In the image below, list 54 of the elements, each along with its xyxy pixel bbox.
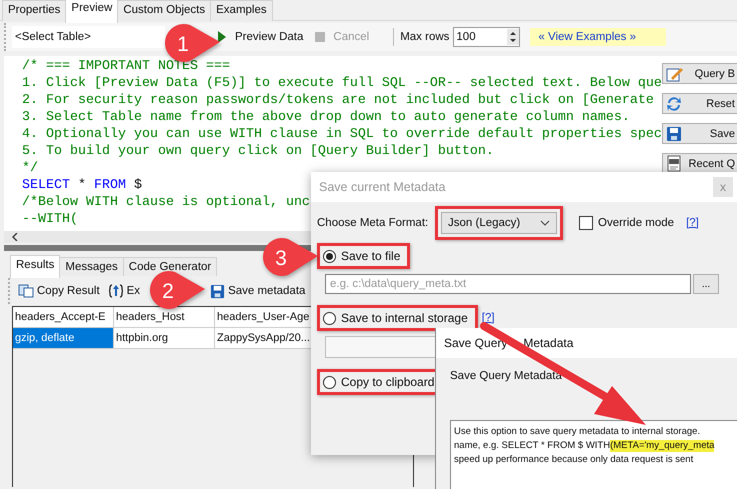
braces-arrow-icon [108,283,124,299]
side-button[interactable]: Recent Q [662,153,737,174]
dialog-label: Save Query Metadata [450,370,562,382]
radio-option[interactable]: Copy to clipboard [323,375,438,389]
view-examples-link[interactable]: « View Examples » [530,28,666,46]
preview-data-button[interactable]: Preview Data [213,31,312,43]
help-link[interactable]: [?] [686,217,699,229]
tab[interactable]: Code Generator [122,257,218,276]
stop-icon [315,32,326,42]
help-text: Use this option to save query metadata to internal storage. [454,425,700,439]
side-button[interactable]: Reset [662,93,737,114]
tab[interactable]: Results [10,255,60,278]
code-line: */ [22,160,38,177]
format-dropdown[interactable]: Json (Legacy) [441,212,557,234]
table-cell: gzip, deflate [13,328,114,348]
file-path-field[interactable]: e.g. c:\data\query_meta.txt [325,274,691,294]
browse-button[interactable]: ... [693,274,719,294]
override-checkbox[interactable]: Override mode [579,216,674,230]
side-button[interactable]: Save [662,123,737,144]
play-icon [217,31,227,43]
toolbar-button[interactable]: Save metadata [208,284,308,298]
notepad-pencil-icon [666,66,684,82]
scroll-left-icon [12,233,18,241]
code-line: 4. Optionally you can use WITH clause in SQL to override default properties spec [22,126,662,143]
dialog-title: Save current Metadata [319,180,446,194]
code-line: SELECT * FROM $ [22,177,142,194]
table-cell: httpbin.org [114,328,215,348]
refresh-icon [666,96,682,112]
code-line: 2. For security reason passwords/tokens are not included but click on [Generate [22,92,654,109]
code-line: 1. Click [Preview Data (F5)] to execute full SQL --OR-- selected text. Below que [22,75,662,92]
max-rows-label: Max rows [400,31,450,43]
spin-arrows-icon [507,29,520,45]
table-select[interactable]: <Select Table> [12,26,165,48]
tab[interactable]: Examples [210,0,273,21]
dialog-title: Metadata [523,335,574,352]
help-text: speed up performance because only data request is sent [454,453,694,467]
code-line: /*Below WITH clause is optional, unc [22,194,310,211]
column-header[interactable]: headers_Accept-E [13,307,114,327]
code-line: 5. To build your own query click on [Query Builder] button. [22,143,494,160]
format-label: Choose Meta Format: [317,217,430,229]
code-line: --WITH( [22,211,78,228]
toolbar-button[interactable]: Copy Result [16,284,102,298]
tab[interactable]: Properties [2,0,66,21]
toolbar-button[interactable]: Ex [106,283,142,299]
max-rows-spinner[interactable]: 100 [453,27,520,47]
radio-option[interactable]: Save to file [323,249,404,263]
dialog-title: Save Query [444,335,508,352]
code-line: 3. Select Table name from the above drop down to auto generate column names. [22,109,630,126]
tab[interactable]: Preview [65,0,118,23]
tab[interactable]: Custom Objects [117,0,212,21]
chevron-down-icon [540,220,550,226]
side-button[interactable]: Query B [662,63,737,84]
copy-icon [18,284,34,298]
tab[interactable]: Messages [59,257,124,276]
